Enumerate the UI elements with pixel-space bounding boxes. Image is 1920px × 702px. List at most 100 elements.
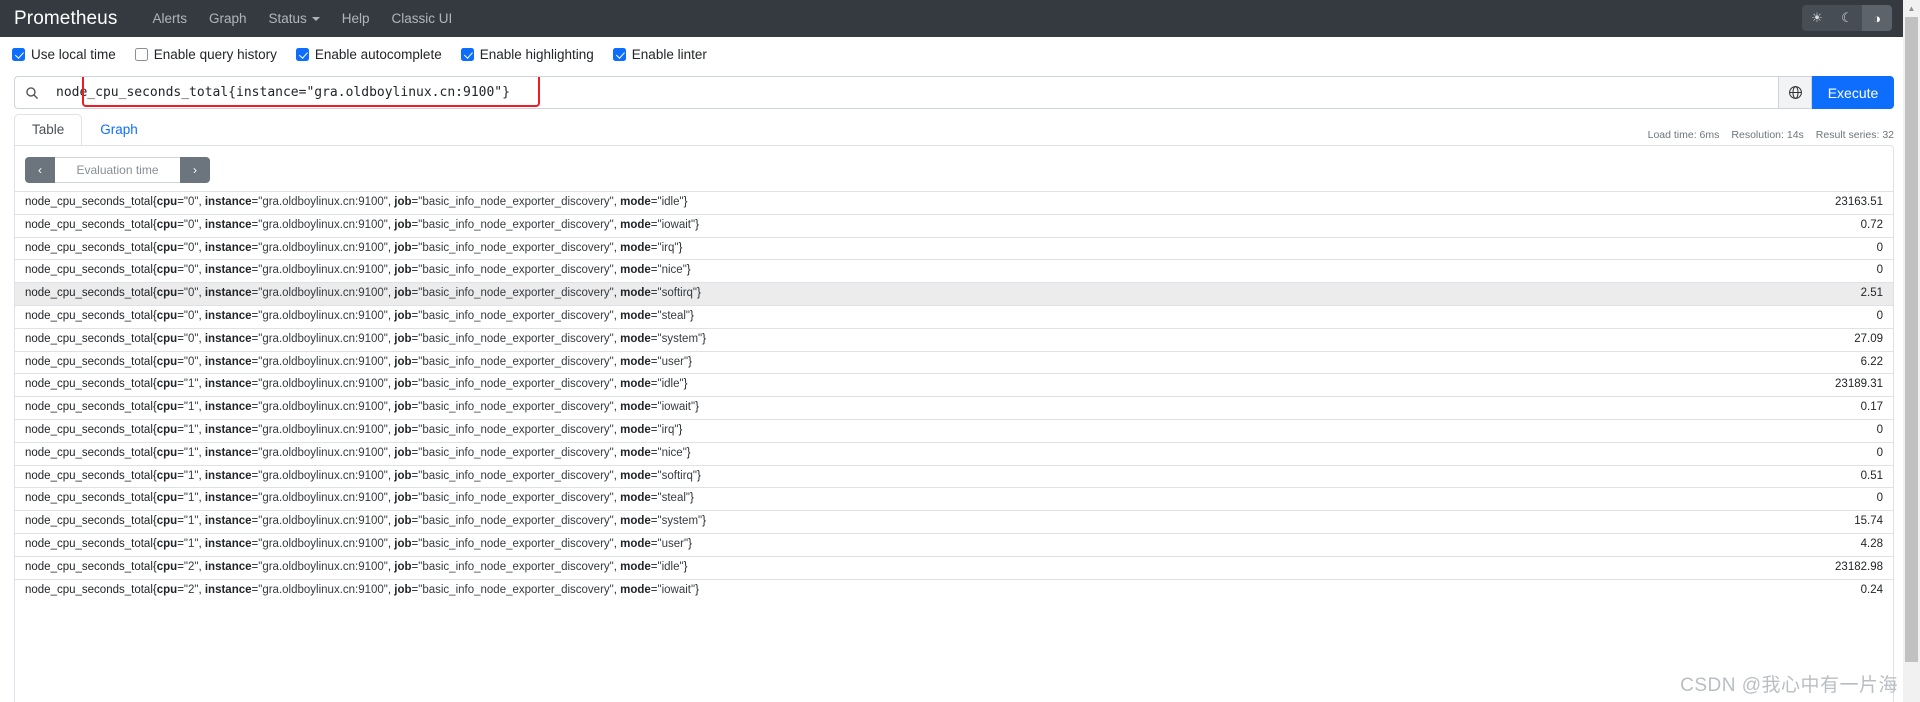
tab-graph[interactable]: Graph — [82, 114, 156, 145]
table-row[interactable]: node_cpu_seconds_total{cpu="0", instance… — [15, 214, 1893, 237]
option-label: Use local time — [31, 46, 116, 62]
nav-link-alerts[interactable]: Alerts — [141, 12, 198, 26]
metric-cell: node_cpu_seconds_total{cpu="0", instance… — [25, 287, 701, 300]
option-enable-linter[interactable]: Enable linter — [612, 46, 707, 62]
table-row[interactable]: node_cpu_seconds_total{cpu="2", instance… — [15, 556, 1893, 579]
value-cell: 23189.31 — [1835, 378, 1883, 391]
nav-link-graph[interactable]: Graph — [198, 12, 258, 26]
result-tabs: Table Graph — [14, 113, 156, 145]
value-cell: 0 — [1876, 241, 1883, 254]
eval-next-button[interactable]: › — [180, 157, 210, 183]
metric-cell: node_cpu_seconds_total{cpu="1", instance… — [25, 515, 706, 528]
option-use-local-time[interactable]: Use local time — [12, 47, 116, 62]
option-label: Enable highlighting — [479, 46, 594, 62]
app-brand[interactable]: Prometheus — [14, 9, 117, 28]
value-cell: 15.74 — [1854, 515, 1883, 528]
option-label: Enable linter — [631, 46, 707, 62]
table-row[interactable]: node_cpu_seconds_total{cpu="0", instance… — [15, 191, 1893, 215]
moon-icon[interactable]: ☾ — [1832, 5, 1862, 31]
result-card: ‹ Evaluation time › node_cpu_seconds_tot… — [14, 145, 1894, 702]
metric-cell: node_cpu_seconds_total{cpu="2", instance… — [25, 583, 699, 596]
option-label: Enable autocomplete — [314, 46, 442, 62]
page-scrollbar[interactable]: ▲ — [1903, 0, 1920, 702]
table-row[interactable]: node_cpu_seconds_total{cpu="0", instance… — [15, 305, 1893, 328]
table-row[interactable]: node_cpu_seconds_total{cpu="1", instance… — [15, 442, 1893, 465]
search-icon — [14, 76, 48, 109]
checkbox[interactable] — [460, 47, 474, 61]
value-cell: 0 — [1876, 492, 1883, 505]
option-enable-query-history[interactable]: Enable query history — [134, 46, 277, 62]
table-row[interactable]: node_cpu_seconds_total{cpu="1", instance… — [15, 487, 1893, 511]
eval-prev-button[interactable]: ‹ — [25, 157, 55, 183]
metric-cell: node_cpu_seconds_total{cpu="1", instance… — [25, 492, 694, 505]
checkbox[interactable] — [295, 47, 309, 61]
metric-cell: node_cpu_seconds_total{cpu="1", instance… — [25, 469, 701, 482]
nav-link-status[interactable]: Status — [258, 12, 331, 26]
table-row[interactable]: node_cpu_seconds_total{cpu="0", instance… — [15, 259, 1893, 283]
query-options-bar: Use local time Enable query history Enable… — [0, 37, 1920, 71]
evaluation-time-wrap: ‹ Evaluation time › — [15, 146, 1893, 191]
value-cell: 0 — [1876, 446, 1883, 459]
table-row[interactable]: node_cpu_seconds_total{cpu="1", instance… — [15, 533, 1893, 556]
query-row: node_cpu_seconds_total{instance="gra.old… — [0, 71, 1920, 115]
table-row[interactable]: node_cpu_seconds_total{cpu="1", instance… — [15, 465, 1893, 488]
stat-load-time: Load time: 6ms — [1647, 129, 1720, 141]
chevron-down-icon — [311, 16, 320, 21]
value-cell: 27.09 — [1854, 332, 1883, 345]
checkbox[interactable] — [612, 47, 626, 61]
value-cell: 2.51 — [1860, 287, 1883, 300]
table-row[interactable]: node_cpu_seconds_total{cpu="2", instance… — [15, 579, 1893, 601]
result-table: node_cpu_seconds_total{cpu="0", instance… — [15, 191, 1893, 601]
metric-cell: node_cpu_seconds_total{cpu="0", instance… — [25, 196, 688, 208]
execute-button[interactable]: Execute — [1812, 76, 1894, 109]
tabs-row: Table Graph Load time: 6ms Resolution: 14… — [0, 113, 1920, 145]
table-row[interactable]: node_cpu_seconds_total{cpu="1", instance… — [15, 510, 1893, 534]
half-circle-icon[interactable]: ◑ — [1862, 5, 1892, 31]
value-cell: 0 — [1876, 423, 1883, 436]
theme-toggle-group[interactable]: ☀ ☾ ◑ — [1802, 5, 1892, 31]
table-row[interactable]: node_cpu_seconds_total{cpu="0", instance… — [15, 351, 1893, 374]
metric-cell: node_cpu_seconds_total{cpu="2", instance… — [25, 560, 688, 573]
metric-cell: node_cpu_seconds_total{cpu="0", instance… — [25, 241, 683, 254]
table-row[interactable]: node_cpu_seconds_total{cpu="0", instance… — [15, 237, 1893, 260]
sun-icon[interactable]: ☀ — [1802, 5, 1832, 31]
metric-cell: node_cpu_seconds_total{cpu="0", instance… — [25, 264, 691, 277]
globe-icon[interactable] — [1778, 76, 1812, 109]
stat-resolution: Resolution: 14s — [1731, 129, 1804, 141]
value-cell: 0.17 — [1860, 401, 1883, 414]
evaluation-time-input[interactable]: Evaluation time — [55, 157, 180, 183]
table-row[interactable]: node_cpu_seconds_total{cpu="1", instance… — [15, 373, 1893, 397]
table-row[interactable]: node_cpu_seconds_total{cpu="1", instance… — [15, 419, 1893, 442]
query-input-group: node_cpu_seconds_total{instance="gra.old… — [14, 76, 1894, 109]
table-row[interactable]: node_cpu_seconds_total{cpu="0", instance… — [15, 328, 1893, 351]
option-label: Enable query history — [153, 46, 277, 62]
query-input[interactable]: node_cpu_seconds_total{instance="gra.old… — [48, 76, 1778, 109]
metric-cell: node_cpu_seconds_total{cpu="0", instance… — [25, 332, 706, 345]
nav-links: Alerts Graph Status Help Classic UI — [141, 12, 463, 26]
value-cell: 23182.98 — [1835, 560, 1883, 573]
metric-cell: node_cpu_seconds_total{cpu="0", instance… — [25, 218, 699, 231]
metric-cell: node_cpu_seconds_total{cpu="0", instance… — [25, 309, 694, 322]
checkbox[interactable] — [12, 47, 25, 61]
metric-cell: node_cpu_seconds_total{cpu="1", instance… — [25, 378, 688, 391]
scroll-up-arrow[interactable]: ▲ — [1903, 0, 1920, 17]
nav-link-classic-ui[interactable]: Classic UI — [381, 12, 464, 26]
table-row[interactable]: node_cpu_seconds_total{cpu="0", instance… — [15, 282, 1893, 306]
value-cell: 6.22 — [1860, 355, 1883, 368]
value-cell: 4.28 — [1860, 537, 1883, 550]
tab-table[interactable]: Table — [14, 113, 83, 145]
option-enable-highlighting[interactable]: Enable highlighting — [460, 46, 594, 62]
checkbox[interactable] — [134, 47, 148, 61]
value-cell: 23163.51 — [1835, 196, 1883, 208]
evaluation-time-group: ‹ Evaluation time › — [25, 157, 210, 183]
value-cell: 0.72 — [1860, 218, 1883, 231]
option-enable-autocomplete[interactable]: Enable autocomplete — [295, 46, 442, 62]
nav-link-help[interactable]: Help — [331, 12, 381, 26]
metric-cell: node_cpu_seconds_total{cpu="0", instance… — [25, 355, 692, 368]
navbar: Prometheus Alerts Graph Status Help Classic … — [0, 0, 1920, 37]
metric-cell: node_cpu_seconds_total{cpu="1", instance… — [25, 401, 699, 414]
value-cell: 0.24 — [1860, 583, 1883, 596]
scroll-thumb[interactable] — [1905, 17, 1918, 662]
metric-cell: node_cpu_seconds_total{cpu="1", instance… — [25, 423, 683, 436]
table-row[interactable]: node_cpu_seconds_total{cpu="1", instance… — [15, 396, 1893, 420]
